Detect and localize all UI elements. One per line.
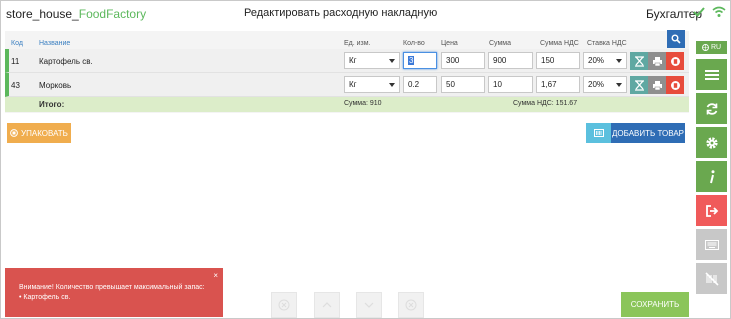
print-icon: [652, 56, 662, 66]
column-header-unit: Ед. изм.: [344, 40, 371, 47]
price-input[interactable]: 300: [441, 52, 485, 69]
wifi-icon: [712, 6, 726, 17]
language-label: RU: [710, 44, 722, 51]
unit-select[interactable]: Кг: [344, 76, 400, 93]
refresh-icon: [706, 102, 717, 115]
chevron-up-icon: [322, 302, 332, 308]
qty-input[interactable]: 3: [403, 52, 437, 69]
close-circle-icon: [405, 299, 417, 311]
unit-value: Кг: [349, 56, 357, 65]
chevron-down-icon: [364, 302, 374, 308]
vat-rate-select[interactable]: 20%: [583, 52, 627, 69]
toast-line-1: Внимание! Количество превышает максималь…: [19, 284, 205, 291]
no-barcode-button[interactable]: [696, 263, 727, 294]
column-header-qty: Кол-во: [403, 40, 425, 47]
chevron-down-icon: [616, 83, 622, 87]
keyboard-button[interactable]: [696, 229, 727, 260]
close-circle-icon: [278, 299, 290, 311]
keyboard-icon: [704, 239, 719, 250]
globe-icon: [701, 44, 709, 51]
page-title: Редактировать расходную накладную: [244, 7, 438, 19]
totals-row: Итого: Сумма: 910 Сумма НДС: 151.67: [5, 97, 689, 112]
save-button[interactable]: СОХРАНИТЬ: [621, 292, 689, 317]
vat-sum-input[interactable]: 1,67: [536, 76, 580, 93]
toast-message: Внимание! Количество превышает максималь…: [19, 283, 209, 303]
barcode-off-icon: [704, 271, 719, 286]
column-header-code: Код: [11, 40, 23, 47]
vat-rate-value: 20%: [588, 80, 605, 89]
row-code: 11: [11, 57, 20, 66]
barcode-button[interactable]: [586, 123, 611, 143]
row-name: Морковь: [39, 81, 72, 90]
add-item-button[interactable]: ДОБАВИТЬ ТОВАР: [611, 123, 685, 143]
app-name-accent: FoodFactory: [78, 7, 147, 21]
row-action-button[interactable]: [630, 52, 648, 70]
totals-vat: Сумма НДС: 151.67: [513, 100, 578, 107]
column-header-price: Цена: [441, 40, 458, 47]
vat-rate-select[interactable]: 20%: [583, 76, 627, 93]
gear-icon: [705, 136, 718, 149]
chevron-down-icon: [616, 59, 622, 63]
vat-sum-input[interactable]: 150: [536, 52, 580, 69]
pack-button[interactable]: УПАКОВАТЬ: [7, 123, 71, 143]
qty-input[interactable]: 0.2: [403, 76, 437, 93]
print-button[interactable]: [648, 76, 666, 94]
scroll-up-button[interactable]: [314, 292, 340, 318]
chevron-down-icon: [389, 59, 395, 63]
logout-icon: [705, 204, 718, 217]
logout-button[interactable]: [696, 195, 727, 226]
close-nav-button[interactable]: [398, 292, 424, 318]
delete-row-button[interactable]: [666, 52, 684, 70]
search-button[interactable]: [667, 30, 685, 48]
column-header-vat-sum: Сумма НДС: [540, 40, 579, 47]
menu-button[interactable]: [696, 59, 727, 90]
row-code: 43: [11, 81, 20, 90]
cancel-nav-button[interactable]: [271, 292, 297, 318]
info-icon: [709, 169, 714, 183]
package-icon: [10, 129, 18, 137]
search-icon: [671, 34, 681, 44]
print-button[interactable]: [648, 52, 666, 70]
vat-rate-value: 20%: [588, 56, 605, 65]
totals-label: Итого:: [39, 100, 65, 109]
trash-icon: [670, 56, 680, 66]
column-header-vat-rate: Ставка НДС: [587, 40, 627, 47]
column-header-sum: Сумма: [489, 40, 511, 47]
toast-line-2: • Картофель св.: [19, 294, 71, 301]
row-name: Картофель св.: [39, 57, 93, 66]
unit-select[interactable]: Кг: [344, 52, 400, 69]
unit-value: Кг: [349, 80, 357, 89]
sum-input[interactable]: 900: [488, 52, 533, 69]
chevron-down-icon: [389, 83, 395, 87]
settings-button[interactable]: [696, 127, 727, 158]
scale-icon: [634, 55, 644, 67]
row-action-button[interactable]: [630, 76, 648, 94]
warning-toast: × Внимание! Количество превышает максима…: [5, 268, 223, 317]
app-window: store_house_FoodFactory Редактировать ра…: [0, 0, 731, 319]
print-icon: [652, 80, 662, 90]
totals-sum: Сумма: 910: [344, 100, 382, 107]
scale-icon: [634, 79, 644, 91]
info-button[interactable]: [696, 161, 727, 192]
column-header-name: Название: [39, 40, 71, 47]
toast-close-button[interactable]: ×: [213, 271, 218, 280]
app-name: store_house_: [6, 7, 79, 21]
price-input[interactable]: 50: [441, 76, 485, 93]
checkmark-icon: [693, 7, 705, 17]
barcode-icon: [593, 129, 604, 137]
qty-value: 3: [408, 56, 415, 65]
language-button[interactable]: RU: [696, 41, 727, 54]
sum-input[interactable]: 10: [488, 76, 533, 93]
app-title: store_house_FoodFactory: [6, 7, 146, 21]
pack-label: УПАКОВАТЬ: [21, 128, 68, 138]
refresh-button[interactable]: [696, 93, 727, 124]
delete-row-button[interactable]: [666, 76, 684, 94]
trash-icon: [670, 80, 680, 90]
menu-icon: [704, 69, 719, 80]
scroll-down-button[interactable]: [356, 292, 382, 318]
